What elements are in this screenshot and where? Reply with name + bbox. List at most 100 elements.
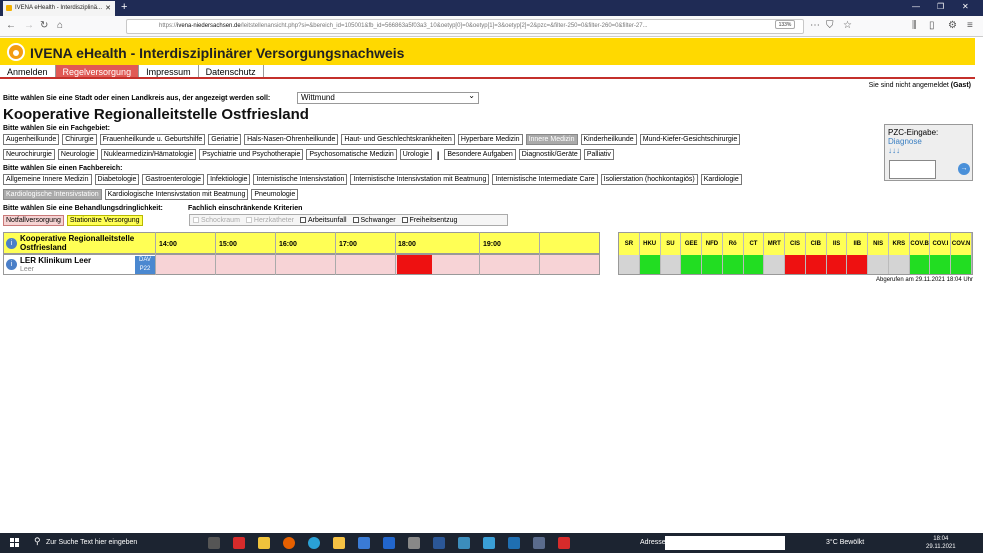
windows-start-icon[interactable] <box>10 538 19 547</box>
fachgebiet-haut-und-geschlechtskrankheiten[interactable]: Haut- und Geschlechtskrankheiten <box>341 134 455 145</box>
extensions-icon[interactable]: ⚙ <box>948 20 957 31</box>
home-icon[interactable]: ⌂ <box>57 20 63 31</box>
library-icon[interactable]: ⫼ <box>912 20 917 31</box>
fachbereich-isolierstation-hochkontagiös[interactable]: Isolierstation (hochkontagiös) <box>600 174 698 185</box>
status-cell-gee[interactable] <box>681 255 703 274</box>
fachbereich-internistische-intensivstation[interactable]: Internistische Intensivstation <box>253 174 348 185</box>
fachgebiet-urologie[interactable]: Urologie <box>399 149 432 160</box>
clock[interactable]: 18:04 29.11.2021 <box>926 535 956 551</box>
diagnose-link[interactable]: Diagnose <box>888 137 969 146</box>
criterion-freiheitsentzug[interactable]: Freiheitsentzug <box>401 216 457 224</box>
fachgebiet-besondere-aufgaben[interactable]: Besondere Aufgaben <box>444 149 516 160</box>
status-cell-sr[interactable] <box>619 255 640 274</box>
status-cell-nfd[interactable] <box>702 255 723 274</box>
criterion-schockraum[interactable]: Schockraum <box>193 216 240 224</box>
store-icon[interactable] <box>358 537 370 549</box>
bookmark-star-icon[interactable]: ☆ <box>843 20 852 31</box>
fachgebiet-neurochirurgie[interactable]: Neurochirurgie <box>3 149 55 160</box>
fachgebiet-psychosomatische-medizin[interactable]: Psychosomatische Medizin <box>306 149 397 160</box>
app-icon[interactable] <box>508 537 520 549</box>
fachbereich-pneumologie[interactable]: Pneumologie <box>251 189 299 200</box>
fachbereich-kardiologie[interactable]: Kardiologie <box>700 174 742 185</box>
fachbereich-internistische-intermediate-care[interactable]: Internistische Intermediate Care <box>492 174 598 185</box>
fachgebiet-hals-nasen-ohrenheilkunde[interactable]: Hals-Nasen-Ohrenheilkunde <box>244 134 339 145</box>
status-cell-iis[interactable] <box>826 255 848 274</box>
app-icon[interactable] <box>533 537 545 549</box>
app-icon[interactable] <box>408 537 420 549</box>
app-d-icon[interactable] <box>233 537 245 549</box>
fachgebiet-mund-kiefer-gesichtschirurgie[interactable]: Mund-Kiefer-Gesichtschirurgie <box>639 134 741 145</box>
edge-icon[interactable] <box>308 537 320 549</box>
criterion-arbeitsunfall[interactable]: Arbeitsunfall <box>299 216 347 224</box>
menu-icon[interactable]: ≡ <box>967 20 973 31</box>
minimize-icon[interactable]: — <box>912 2 920 11</box>
status-cell-cov-b[interactable] <box>909 255 931 274</box>
hospital-name[interactable]: LER Klinikum Leer <box>20 256 91 265</box>
fachgebiet-geriatrie[interactable]: Geriatrie <box>208 134 242 145</box>
status-cell-cov-n[interactable] <box>951 255 973 274</box>
fachgebiet-hyperbare-medizin[interactable]: Hyperbare Medizin <box>457 134 523 145</box>
info-icon[interactable]: i <box>6 238 17 249</box>
sidebar-icon[interactable]: ▯ <box>929 20 935 31</box>
zoom-level[interactable]: 133% <box>775 20 795 29</box>
pzc-input[interactable] <box>889 160 936 179</box>
stationaere-versorgung-button[interactable]: Stationäre Versorgung <box>66 215 143 226</box>
criterion-schwanger[interactable]: Schwanger <box>352 216 396 224</box>
app-icon[interactable] <box>458 537 470 549</box>
hospital-row[interactable]: i LER Klinikum Leer Leer DAV P22 <box>3 254 600 275</box>
close-window-icon[interactable]: ✕ <box>962 2 969 11</box>
forward-icon[interactable]: → <box>24 20 34 31</box>
fachbereich-kardiologische-intensivstation-mit-beatmung[interactable]: Kardiologische Intensivstation mit Beatm… <box>104 189 249 200</box>
status-cell-cov-i[interactable] <box>930 255 952 274</box>
fachgebiet-nuklearmedizin-hämatologie[interactable]: Nuklearmedizin/Hämatologie <box>100 149 197 160</box>
status-cell-su[interactable] <box>660 255 682 274</box>
browser-tab[interactable]: IVENA eHealth - Interdisziplinä... ✕ <box>3 1 115 16</box>
status-cell-krs[interactable] <box>888 255 910 274</box>
fachgebiet-psychiatrie-und-psychotherapie[interactable]: Psychiatrie und Psychotherapie <box>199 149 304 160</box>
folder-icon[interactable] <box>258 537 270 549</box>
taskbar-search[interactable]: Zur Suche Text hier eingeben <box>28 533 198 553</box>
status-cell-ct[interactable] <box>743 255 765 274</box>
menu-anmelden[interactable]: Anmelden <box>0 65 56 77</box>
fachbereich-infektiologie[interactable]: Infektiologie <box>207 174 251 185</box>
go-arrow-icon[interactable]: → <box>958 163 970 175</box>
fachbereich-diabetologie[interactable]: Diabetologie <box>94 174 140 185</box>
status-cell-rö[interactable] <box>722 255 744 274</box>
status-cell-hku[interactable] <box>639 255 661 274</box>
status-cell-iib[interactable] <box>847 255 869 274</box>
city-select[interactable]: Wittmund <box>297 91 479 104</box>
reload-icon[interactable]: ↻ <box>40 20 48 31</box>
back-icon[interactable]: ← <box>6 20 16 31</box>
menu-regelversorgung[interactable]: Regelversorgung <box>55 65 140 77</box>
photos-icon[interactable] <box>483 537 495 549</box>
status-cell-cis[interactable] <box>785 255 806 274</box>
fachgebiet-chirurgie[interactable]: Chirurgie <box>62 134 97 145</box>
status-cell-cib[interactable] <box>805 255 827 274</box>
fachgebiet-diagnostik-geräte[interactable]: Diagnostik/Geräte <box>518 149 581 160</box>
fachbereich-allgemeine-innere-medizin[interactable]: Allgemeine Innere Medizin <box>3 174 92 185</box>
firefox-icon[interactable] <box>283 537 295 549</box>
maximize-icon[interactable]: ❐ <box>937 2 944 11</box>
pocket-icon[interactable]: ⛉ <box>826 20 834 31</box>
menu-datenschutz[interactable]: Datenschutz <box>198 65 264 77</box>
status-cell-mrt[interactable] <box>764 255 786 274</box>
fachgebiet-kinderheilkunde[interactable]: Kinderheilkunde <box>580 134 637 145</box>
calendar-icon[interactable] <box>383 537 395 549</box>
word-icon[interactable] <box>433 537 445 549</box>
info-icon[interactable]: i <box>6 259 17 270</box>
menu-impressum[interactable]: Impressum <box>139 65 199 77</box>
status-cell-nis[interactable] <box>868 255 889 274</box>
fachbereich-kardiologische-intensivstation[interactable]: Kardiologische Intensivstation <box>3 189 102 200</box>
criterion-herzkatheter[interactable]: Herzkatheter <box>245 216 294 224</box>
fachgebiet-palliativ[interactable]: Palliativ <box>583 149 614 160</box>
page-actions-icon[interactable]: ⋯ <box>810 20 820 31</box>
fachbereich-internistische-intensivstation-mit-beatmung[interactable]: Internistische Intensivstation mit Beatm… <box>350 174 490 185</box>
url-bar[interactable]: https://ivena-niedersachsen.de/leitstell… <box>126 19 804 34</box>
acrobat-icon[interactable] <box>558 537 570 549</box>
fachgebiet-innere-medizin[interactable]: Innere Medizin <box>525 134 578 145</box>
close-tab-icon[interactable]: ✕ <box>105 4 111 12</box>
new-tab-icon[interactable]: + <box>121 1 127 13</box>
fachbereich-gastroenterologie[interactable]: Gastroenterologie <box>142 174 205 185</box>
explorer-icon[interactable] <box>333 537 345 549</box>
task-view-icon[interactable] <box>208 537 220 549</box>
